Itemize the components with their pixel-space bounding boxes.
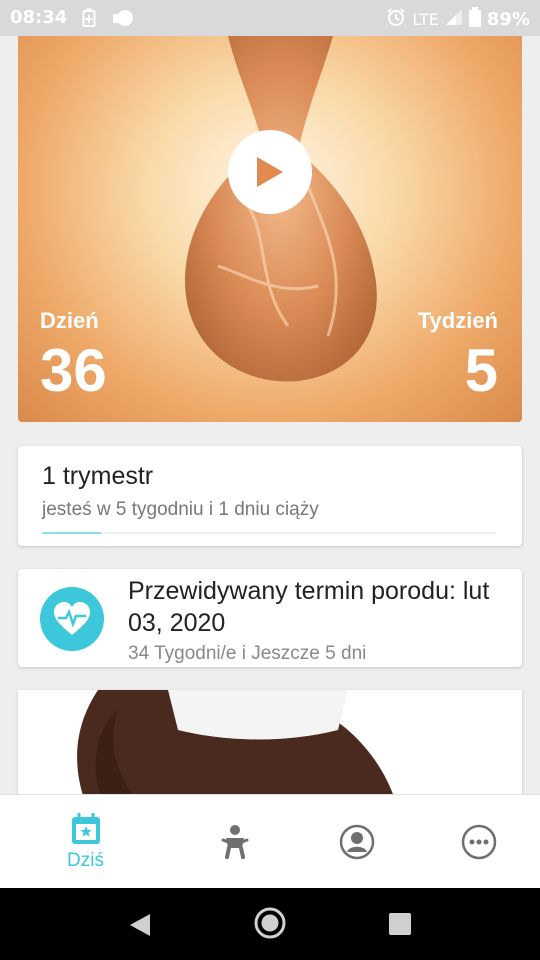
trimester-subtitle: jesteś w 5 tygodniu i 1 dniu ciąży xyxy=(42,499,319,520)
embryo-image xyxy=(184,36,377,382)
due-date-title: Przewidywany termin porodu: lut 03, 2020 xyxy=(128,577,490,637)
status-time: 08:34 xyxy=(10,7,68,28)
home-icon[interactable] xyxy=(253,906,287,945)
nav-baby[interactable] xyxy=(167,795,302,889)
nav-profile[interactable] xyxy=(289,795,424,889)
notification-icon xyxy=(112,8,134,32)
week-label: Tydzień xyxy=(417,308,498,333)
back-icon[interactable] xyxy=(128,912,152,943)
more-icon xyxy=(461,824,496,860)
calendar-star-icon xyxy=(71,813,100,844)
status-bar: 08:34 LTE 89% xyxy=(0,0,540,36)
article-photo-card[interactable] xyxy=(18,690,522,794)
trimester-progress-fill xyxy=(42,532,102,534)
nav-today[interactable]: Dziś xyxy=(18,795,153,889)
battery-percent: 89% xyxy=(486,9,530,30)
heart-pulse-icon xyxy=(40,587,104,651)
network-type: LTE xyxy=(412,10,439,29)
system-navigation-bar xyxy=(0,888,540,960)
day-value: 36 xyxy=(40,337,107,404)
week-value: 5 xyxy=(464,337,498,404)
trimester-card[interactable]: 1 trymestr jesteś w 5 tygodniu i 1 dniu … xyxy=(18,446,522,546)
day-label: Dzień xyxy=(40,308,99,333)
pregnant-belly-image xyxy=(77,690,393,794)
due-date-card[interactable]: Przewidywany termin porodu: lut 03, 2020… xyxy=(18,569,522,667)
trimester-progress xyxy=(42,532,496,534)
trimester-title: 1 trymestr xyxy=(42,462,154,490)
profile-icon xyxy=(339,824,374,860)
nav-today-label: Dziś xyxy=(67,850,104,871)
signal-icon xyxy=(445,8,463,31)
alarm-icon xyxy=(386,7,406,32)
due-date-subtitle: 34 Tygodni/e i Jeszcze 5 dni xyxy=(128,643,367,664)
today-feed[interactable]: Dzień 36 Tydzień 5 1 trymestr jesteś w 5… xyxy=(0,36,540,794)
play-button[interactable] xyxy=(228,130,312,214)
battery-icon xyxy=(468,7,481,32)
battery-saver-icon xyxy=(82,8,96,32)
recents-icon[interactable] xyxy=(388,912,412,941)
nav-more[interactable] xyxy=(411,795,540,889)
bottom-navigation: Dziś xyxy=(0,794,540,888)
embryo-video-card[interactable]: Dzień 36 Tydzień 5 xyxy=(18,36,522,422)
baby-icon xyxy=(221,825,248,859)
play-icon xyxy=(257,157,283,187)
